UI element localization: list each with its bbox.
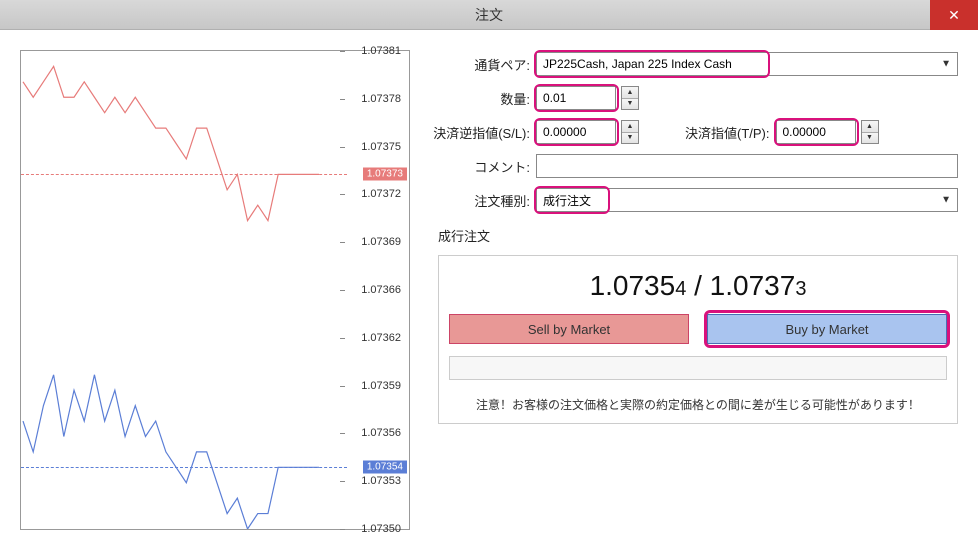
buy-by-market-button[interactable]: Buy by Market <box>707 314 947 344</box>
arrow-up-icon[interactable]: ▲ <box>622 87 638 99</box>
price-chart: 1.073811.073781.073751.073721.073691.073… <box>20 50 410 530</box>
chart-bid-price-tag: 1.07354 <box>363 461 407 474</box>
arrow-down-icon[interactable]: ▼ <box>862 133 878 144</box>
axis-tick-label: 1.07372 <box>361 188 401 200</box>
arrow-down-icon[interactable]: ▼ <box>622 99 638 110</box>
label-stoploss: 決済逆指値(S/L): <box>430 123 530 142</box>
axis-tick-label: 1.07378 <box>361 93 401 105</box>
ordertype-select[interactable]: 成行注文 ▼ <box>536 188 958 212</box>
sell-by-market-button[interactable]: Sell by Market <box>449 314 689 344</box>
comment-input[interactable] <box>536 154 958 178</box>
chart-ask-price-tag: 1.07373 <box>363 168 407 181</box>
window-title: 注文 <box>475 5 503 25</box>
axis-tick-label: 1.07366 <box>361 284 401 296</box>
stoploss-stepper[interactable]: ▲ ▼ <box>621 120 639 144</box>
close-icon: ✕ <box>948 7 960 24</box>
window-titlebar: 注文 ✕ <box>0 0 978 30</box>
axis-tick-label: 1.07381 <box>361 45 401 57</box>
chevron-down-icon: ▼ <box>941 195 951 206</box>
label-takeprofit: 決済指値(T/P): <box>685 123 770 142</box>
axis-tick-label: 1.07375 <box>361 141 401 153</box>
axis-tick-label: 1.07362 <box>361 332 401 344</box>
axis-tick-label: 1.07369 <box>361 236 401 248</box>
takeprofit-input[interactable]: 0.00000 <box>776 120 856 144</box>
order-warning-text: 注意！お客様の注文価格と実際の約定価格との間に差が生じる可能性があります！ <box>449 396 947 413</box>
arrow-up-icon[interactable]: ▲ <box>622 121 638 133</box>
symbol-select-value: JP225Cash, Japan 225 Index Cash <box>543 57 732 71</box>
chevron-down-icon: ▼ <box>941 59 951 70</box>
status-bar <box>449 356 947 380</box>
axis-tick-label: 1.07350 <box>361 523 401 535</box>
market-order-section-label: 成行注文 <box>438 226 958 245</box>
volume-stepper[interactable]: ▲ ▼ <box>621 86 639 110</box>
label-symbol: 通貨ペア: <box>430 55 530 74</box>
axis-tick-label: 1.07353 <box>361 475 401 487</box>
takeprofit-stepper[interactable]: ▲ ▼ <box>861 120 879 144</box>
axis-tick-label: 1.07359 <box>361 380 401 392</box>
axis-tick-label: 1.07356 <box>361 427 401 439</box>
stoploss-input[interactable]: 0.00000 <box>536 120 616 144</box>
ordertype-select-value: 成行注文 <box>543 192 591 209</box>
bid-ask-quote: 1.07354 / 1.07373 <box>449 270 947 302</box>
volume-input[interactable]: 0.01 <box>536 86 616 110</box>
market-order-panel: 1.07354 / 1.07373 Sell by Market Buy by … <box>438 255 958 424</box>
window-close-button[interactable]: ✕ <box>930 0 978 30</box>
label-volume: 数量: <box>430 89 530 108</box>
label-ordertype: 注文種別: <box>430 191 530 210</box>
arrow-up-icon[interactable]: ▲ <box>862 121 878 133</box>
symbol-select[interactable]: JP225Cash, Japan 225 Index Cash ▼ <box>536 52 958 76</box>
arrow-down-icon[interactable]: ▼ <box>622 133 638 144</box>
order-form: 通貨ペア: JP225Cash, Japan 225 Index Cash ▼ … <box>430 50 958 540</box>
label-comment: コメント: <box>430 157 530 176</box>
